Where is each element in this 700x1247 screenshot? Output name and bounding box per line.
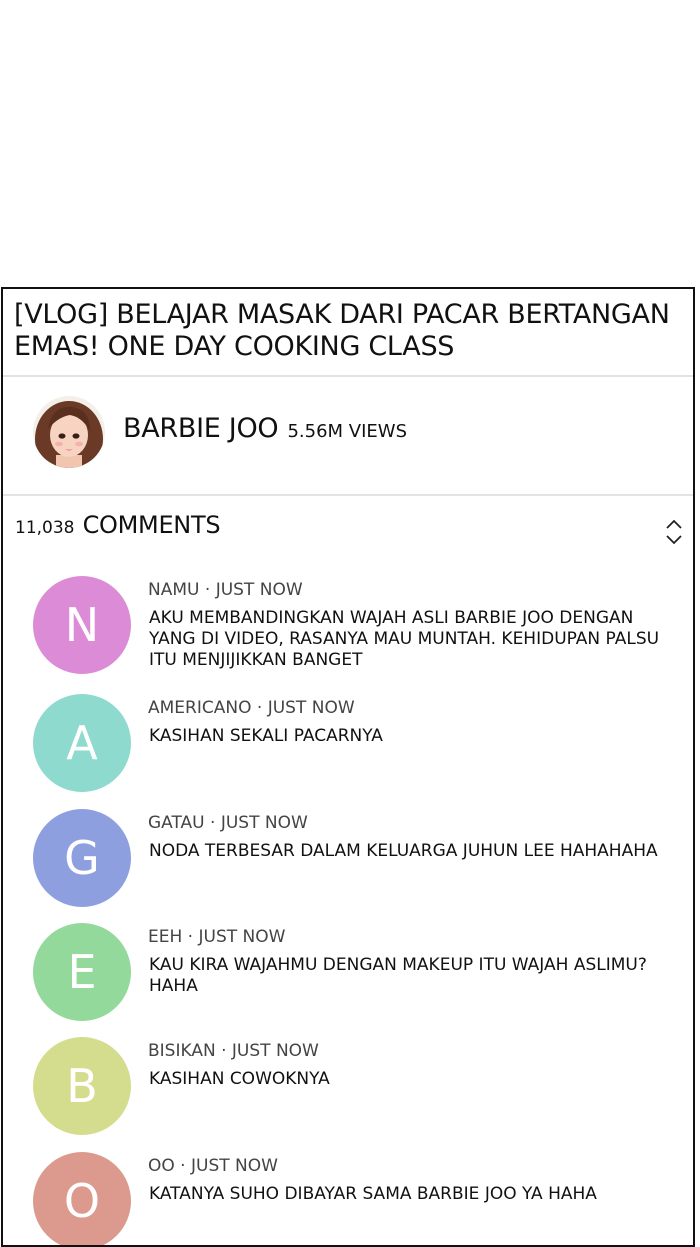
comment-time: JUST NOW: [190, 1156, 278, 1176]
chevron-up-down-icon[interactable]: [664, 517, 684, 547]
channel-name[interactable]: BARBIE JOO: [123, 413, 279, 444]
channel-info: BARBIE JOO 5.56M VIEWS: [123, 413, 407, 444]
comment-avatar[interactable]: O: [33, 1152, 131, 1245]
meta-separator: ·: [182, 927, 199, 947]
meta-separator: ·: [199, 580, 216, 600]
comment-time: JUST NOW: [198, 927, 286, 947]
comment-time: JUST NOW: [231, 1041, 319, 1061]
meta-separator: ·: [174, 1156, 191, 1176]
comment-time: JUST NOW: [267, 698, 355, 718]
comment-text: KASIHAN SEKALI PACARNYA: [149, 726, 383, 746]
comment-meta: NAMU · JUST NOW: [148, 580, 303, 600]
comment-meta: BISIKAN · JUST NOW: [148, 1041, 319, 1061]
comment-meta: AMERICANO · JUST NOW: [148, 698, 355, 718]
comment-meta: GATAU · JUST NOW: [148, 813, 308, 833]
comment-time: JUST NOW: [215, 580, 303, 600]
meta-separator: ·: [215, 1041, 232, 1061]
view-count: 5.56M VIEWS: [287, 421, 408, 442]
divider: [3, 375, 693, 377]
comment-author[interactable]: BISIKAN: [148, 1041, 216, 1061]
video-info-panel: [VLOG] BELAJAR MASAK DARI PACAR BERTANGA…: [1, 287, 695, 1247]
meta-separator: ·: [251, 698, 268, 718]
comment-avatar[interactable]: A: [33, 694, 131, 792]
video-title: [VLOG] BELAJAR MASAK DARI PACAR BERTANGA…: [14, 299, 670, 362]
comments-count: 11,038: [15, 518, 75, 538]
comment-text: AKU MEMBANDINGKAN WAJAH ASLI BARBIE JOO …: [149, 608, 660, 670]
comment-author[interactable]: NAMU: [148, 580, 199, 600]
comments-header: 11,038 COMMENTS: [15, 511, 221, 539]
comment-avatar[interactable]: N: [33, 576, 131, 674]
comment-author[interactable]: AMERICANO: [148, 698, 251, 718]
comment-text: NODA TERBESAR DALAM KELUARGA JUHUN LEE H…: [149, 841, 658, 861]
comment-avatar[interactable]: G: [33, 809, 131, 907]
comment-text: KATANYA SUHO DIBAYAR SAMA BARBIE JOO YA …: [149, 1184, 597, 1204]
comment-author[interactable]: EEH: [148, 927, 182, 947]
comment-meta: EEH · JUST NOW: [148, 927, 285, 947]
comment-meta: OO · JUST NOW: [148, 1156, 278, 1176]
divider: [3, 494, 693, 496]
comment-avatar[interactable]: B: [33, 1037, 131, 1135]
comment-avatar[interactable]: E: [33, 923, 131, 1021]
comment-time: JUST NOW: [220, 813, 308, 833]
comment-text: KAU KIRA WAJAHMU DENGAN MAKEUP ITU WAJAH…: [149, 955, 647, 996]
meta-separator: ·: [204, 813, 221, 833]
comment-text: KASIHAN COWOKNYA: [149, 1069, 330, 1089]
comment-author[interactable]: OO: [148, 1156, 175, 1176]
comments-label: COMMENTS: [82, 511, 221, 539]
comment-author[interactable]: GATAU: [148, 813, 205, 833]
channel-avatar[interactable]: [32, 395, 106, 469]
